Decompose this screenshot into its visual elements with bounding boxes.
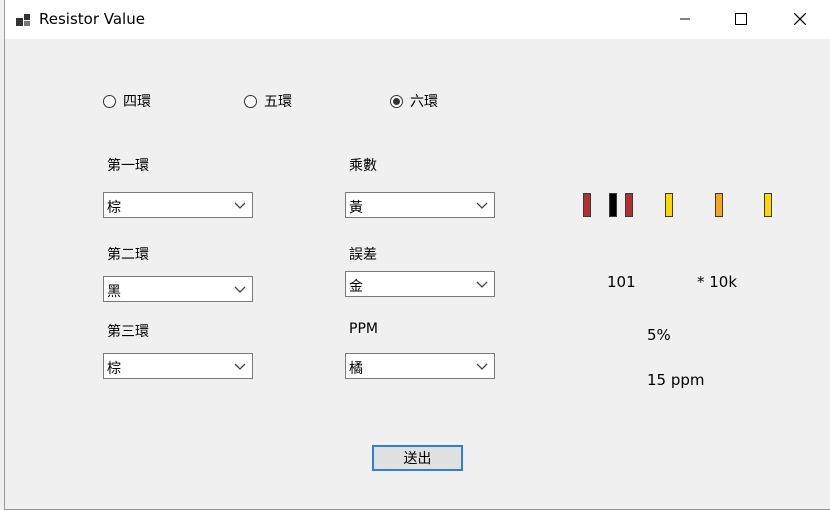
minimize-icon [680,18,690,20]
multiplier-label: 乘數 [349,158,377,174]
result-ppm: 15 ppm [647,371,705,389]
chevron-down-icon [234,202,246,209]
ppm-select[interactable]: 橘 [345,353,495,379]
radio-label: 四環 [123,94,151,110]
preview-band-5 [715,193,723,217]
multiplier-select[interactable]: 黃 [345,192,495,218]
ppm-label: PPM [349,321,378,337]
ppm-value: 橘 [349,361,363,377]
resistor-value-window: Resistor Value 四環 五環 六環 第一環 棕 第二環 黑 第三環 … [4,0,830,510]
band2-label: 第二環 [107,247,149,263]
submit-label: 送出 [403,451,432,467]
chevron-down-icon [476,202,488,209]
radio-six-band[interactable]: 六環 [390,91,438,111]
close-icon [794,13,806,25]
radio-label: 六環 [410,94,438,110]
app-icon [16,14,30,26]
chevron-down-icon [234,363,246,370]
submit-button[interactable]: 送出 [372,445,463,471]
result-multiplier: * 10k [697,273,738,291]
band3-select[interactable]: 棕 [103,353,253,379]
close-button[interactable] [777,4,823,34]
multiplier-value: 黃 [349,200,363,216]
maximize-icon [735,13,747,25]
preview-band-6 [764,193,772,217]
radio-five-band[interactable]: 五環 [244,91,292,111]
preview-band-2 [609,193,617,217]
chevron-down-icon [476,363,488,370]
preview-band-1 [583,193,591,217]
band1-value: 棕 [107,200,121,216]
minimize-button[interactable] [662,4,708,34]
tolerance-value: 金 [349,279,363,295]
radio-dot [103,94,116,108]
chevron-down-icon [476,281,488,288]
radio-dot [244,94,257,108]
radio-dot-selected [390,94,403,108]
result-tolerance: 5% [647,326,671,344]
preview-band-4 [665,193,673,217]
tolerance-label: 誤差 [349,247,377,263]
band3-value: 棕 [107,361,121,377]
radio-label: 五環 [264,94,292,110]
maximize-button[interactable] [718,4,764,34]
title-bar: Resistor Value [5,0,830,39]
band1-select[interactable]: 棕 [103,192,253,218]
chevron-down-icon [234,286,246,293]
band2-value: 黑 [107,284,121,300]
band1-label: 第一環 [107,158,149,174]
preview-band-3 [625,193,633,217]
window-title: Resistor Value [39,10,145,28]
result-digits: 101 [607,273,636,291]
band2-select[interactable]: 黑 [103,276,253,302]
band3-label: 第三環 [107,324,149,340]
tolerance-select[interactable]: 金 [345,271,495,297]
radio-four-band[interactable]: 四環 [103,91,151,111]
